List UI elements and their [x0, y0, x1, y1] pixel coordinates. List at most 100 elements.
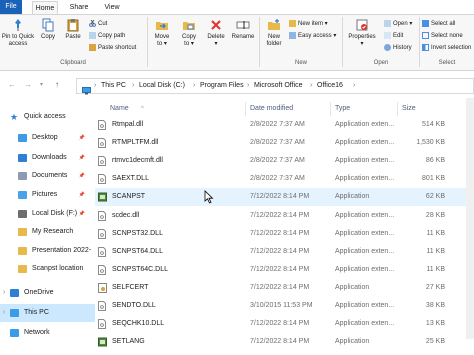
file-row[interactable]: Rtmpal.dll 2/8/2022 7:37 AM Application ex…: [95, 116, 474, 134]
new-folder-button[interactable]: New folder: [262, 18, 286, 48]
new-item-button[interactable]: New item ▾: [289, 20, 328, 27]
invert-selection-button[interactable]: Invert selection: [422, 44, 471, 51]
nav-item[interactable]: OneDrive: [0, 284, 95, 302]
history-icon: [384, 44, 391, 51]
open-button[interactable]: Open ▾: [384, 20, 412, 27]
pin-icon: [11, 18, 25, 32]
breadcrumb-chevron-icon: ›: [94, 82, 97, 89]
ribbon-tab-bar: File Home Share View: [0, 0, 474, 14]
dll-icon: [98, 156, 106, 167]
file-row[interactable]: SCNPST64.DLL 7/12/2022 8:14 PM Application…: [95, 243, 474, 261]
select-none-icon: [422, 32, 429, 39]
edit-button[interactable]: Edit: [384, 32, 403, 39]
nav-item[interactable]: Local Disk (F:) 📌: [0, 205, 95, 223]
properties-button[interactable]: Properties ▾: [344, 18, 380, 48]
column-header-size[interactable]: Size: [402, 102, 416, 116]
column-divider[interactable]: [397, 102, 398, 116]
file-row[interactable]: SETLANG 7/12/2022 8:14 PM Application 25 KB: [95, 333, 474, 351]
nav-item[interactable]: Presentation 2022-: [0, 242, 95, 260]
file-size: 27 KB: [425, 283, 445, 291]
exe-icon: [98, 192, 107, 202]
file-row[interactable]: SCNPST32.DLL 7/12/2022 8:14 PM Application…: [95, 225, 474, 243]
recent-dropdown-icon[interactable]: ▾: [40, 81, 43, 88]
column-divider[interactable]: [245, 102, 246, 116]
copy-to-button[interactable]: Copy to ▾: [177, 18, 201, 48]
cut-label: Cut: [98, 21, 108, 28]
tab-share[interactable]: Share: [66, 1, 92, 14]
nav-item[interactable]: Network: [0, 324, 95, 342]
rename-button[interactable]: Rename: [230, 18, 256, 41]
breadcrumb-local-disk-c[interactable]: Local Disk (C:): [139, 82, 185, 89]
file-type: Application exten...: [335, 139, 395, 147]
dll-icon: [98, 246, 106, 257]
copy-folder-icon: [182, 18, 196, 32]
file-list: Name ^ Date modified Type Size Rtmpal.dl…: [95, 98, 474, 347]
easy-access-button[interactable]: Easy access ▾: [289, 32, 336, 39]
file-row[interactable]: RTMPLTFM.dll 2/8/2022 7:37 AM Application …: [95, 134, 474, 152]
select-all-label: Select all: [431, 21, 456, 28]
tab-view[interactable]: View: [101, 1, 123, 14]
chevron-right-icon[interactable]: ›: [3, 309, 5, 317]
copy-path-icon: [89, 32, 96, 39]
breadcrumb-chevron-icon: ›: [310, 82, 313, 89]
column-header-type[interactable]: Type: [335, 102, 350, 116]
file-type: Application: [335, 338, 370, 346]
nav-item[interactable]: Desktop 📌: [0, 129, 95, 147]
file-name: SCNPST64C.DLL: [112, 265, 169, 273]
file-size: 11 KB: [426, 229, 445, 237]
nav-item[interactable]: Documents 📌: [0, 167, 95, 185]
file-row[interactable]: SELFCERT 7/12/2022 8:14 PM Application 27 K…: [95, 279, 474, 297]
ribbon: Pin to Quick access Copy Paste Cut Copy …: [0, 14, 474, 71]
breadcrumb-microsoft-office[interactable]: Microsoft Office: [254, 82, 303, 89]
vertical-scrollbar[interactable]: [466, 98, 474, 339]
file-row[interactable]: SCANPST 7/12/2022 8:14 PM Application 62 KB: [95, 188, 474, 207]
nav-item[interactable]: Downloads 📌: [0, 149, 95, 167]
forward-arrow-icon[interactable]: →: [24, 80, 32, 89]
column-header-name[interactable]: Name ^: [110, 102, 144, 116]
copy-icon: [41, 18, 55, 32]
nav-item[interactable]: My Research: [0, 223, 95, 241]
pin-quick-access-button[interactable]: Pin to Quick access: [1, 18, 35, 48]
paste-shortcut-label: Paste shortcut: [98, 45, 137, 52]
file-date-modified: 2/8/2022 7:37 AM: [250, 121, 305, 128]
cut-button[interactable]: Cut: [89, 19, 108, 28]
column-divider[interactable]: [330, 102, 331, 116]
nav-item[interactable]: Scanpst location: [0, 260, 95, 278]
nav-item-label: Network: [24, 329, 50, 336]
copy-button[interactable]: Copy: [37, 18, 59, 41]
file-name: SEQCHK10.DLL: [112, 320, 165, 328]
file-row[interactable]: rtmvc1decmft.dll 2/8/2022 7:37 AM Applicat…: [95, 152, 474, 170]
file-row[interactable]: SEQCHK10.DLL 7/12/2022 8:14 PM Application…: [95, 315, 474, 333]
chevron-right-icon[interactable]: ›: [3, 289, 5, 297]
paste-shortcut-button[interactable]: Paste shortcut: [89, 44, 136, 51]
copy-path-button[interactable]: Copy path: [89, 32, 125, 39]
select-none-button[interactable]: Select none: [422, 32, 463, 39]
select-all-button[interactable]: Select all: [422, 20, 455, 27]
nav-item[interactable]: This PC: [0, 304, 95, 322]
tab-file[interactable]: File: [0, 0, 22, 14]
file-row[interactable]: scdec.dll 7/12/2022 8:14 PM Application ex…: [95, 207, 474, 225]
nav-item-label: My Research: [32, 228, 74, 235]
move-to-button[interactable]: Move to ▾: [150, 18, 174, 48]
file-name: SELFCERT: [112, 283, 149, 291]
history-button[interactable]: History: [384, 44, 412, 51]
file-name: RTMPLTFM.dll: [112, 139, 159, 147]
file-date-modified: 2/8/2022 7:37 AM: [250, 139, 305, 147]
breadcrumb-office16[interactable]: Office16: [317, 82, 343, 89]
tab-home[interactable]: Home: [32, 1, 58, 14]
nav-item[interactable]: Pictures 📌: [0, 186, 95, 204]
file-row[interactable]: SENDTO.DLL 3/10/2015 11:53 PM Application …: [95, 297, 474, 315]
up-arrow-icon[interactable]: ↑: [55, 80, 59, 89]
file-row[interactable]: SAEXT.DLL 2/8/2022 7:37 AM Application ext…: [95, 170, 474, 188]
file-row[interactable]: SCNPST64C.DLL 7/12/2022 8:14 PM Applicatio…: [95, 261, 474, 279]
nav-item[interactable]: ★ Quick access: [0, 108, 95, 126]
file-date-modified: 2/8/2022 7:37 AM: [250, 157, 305, 165]
column-header-date[interactable]: Date modified: [250, 102, 293, 116]
address-bar[interactable]: › This PC › Local Disk (C:) › Program Fi…: [76, 78, 474, 95]
delete-button[interactable]: Delete ▾: [204, 18, 228, 48]
breadcrumb-program-files[interactable]: Program Files: [200, 82, 244, 89]
paste-button[interactable]: Paste: [62, 18, 84, 41]
file-name: SENDTO.DLL: [112, 302, 156, 309]
breadcrumb-this-pc[interactable]: This PC: [101, 82, 126, 89]
back-arrow-icon[interactable]: ←: [8, 80, 16, 89]
